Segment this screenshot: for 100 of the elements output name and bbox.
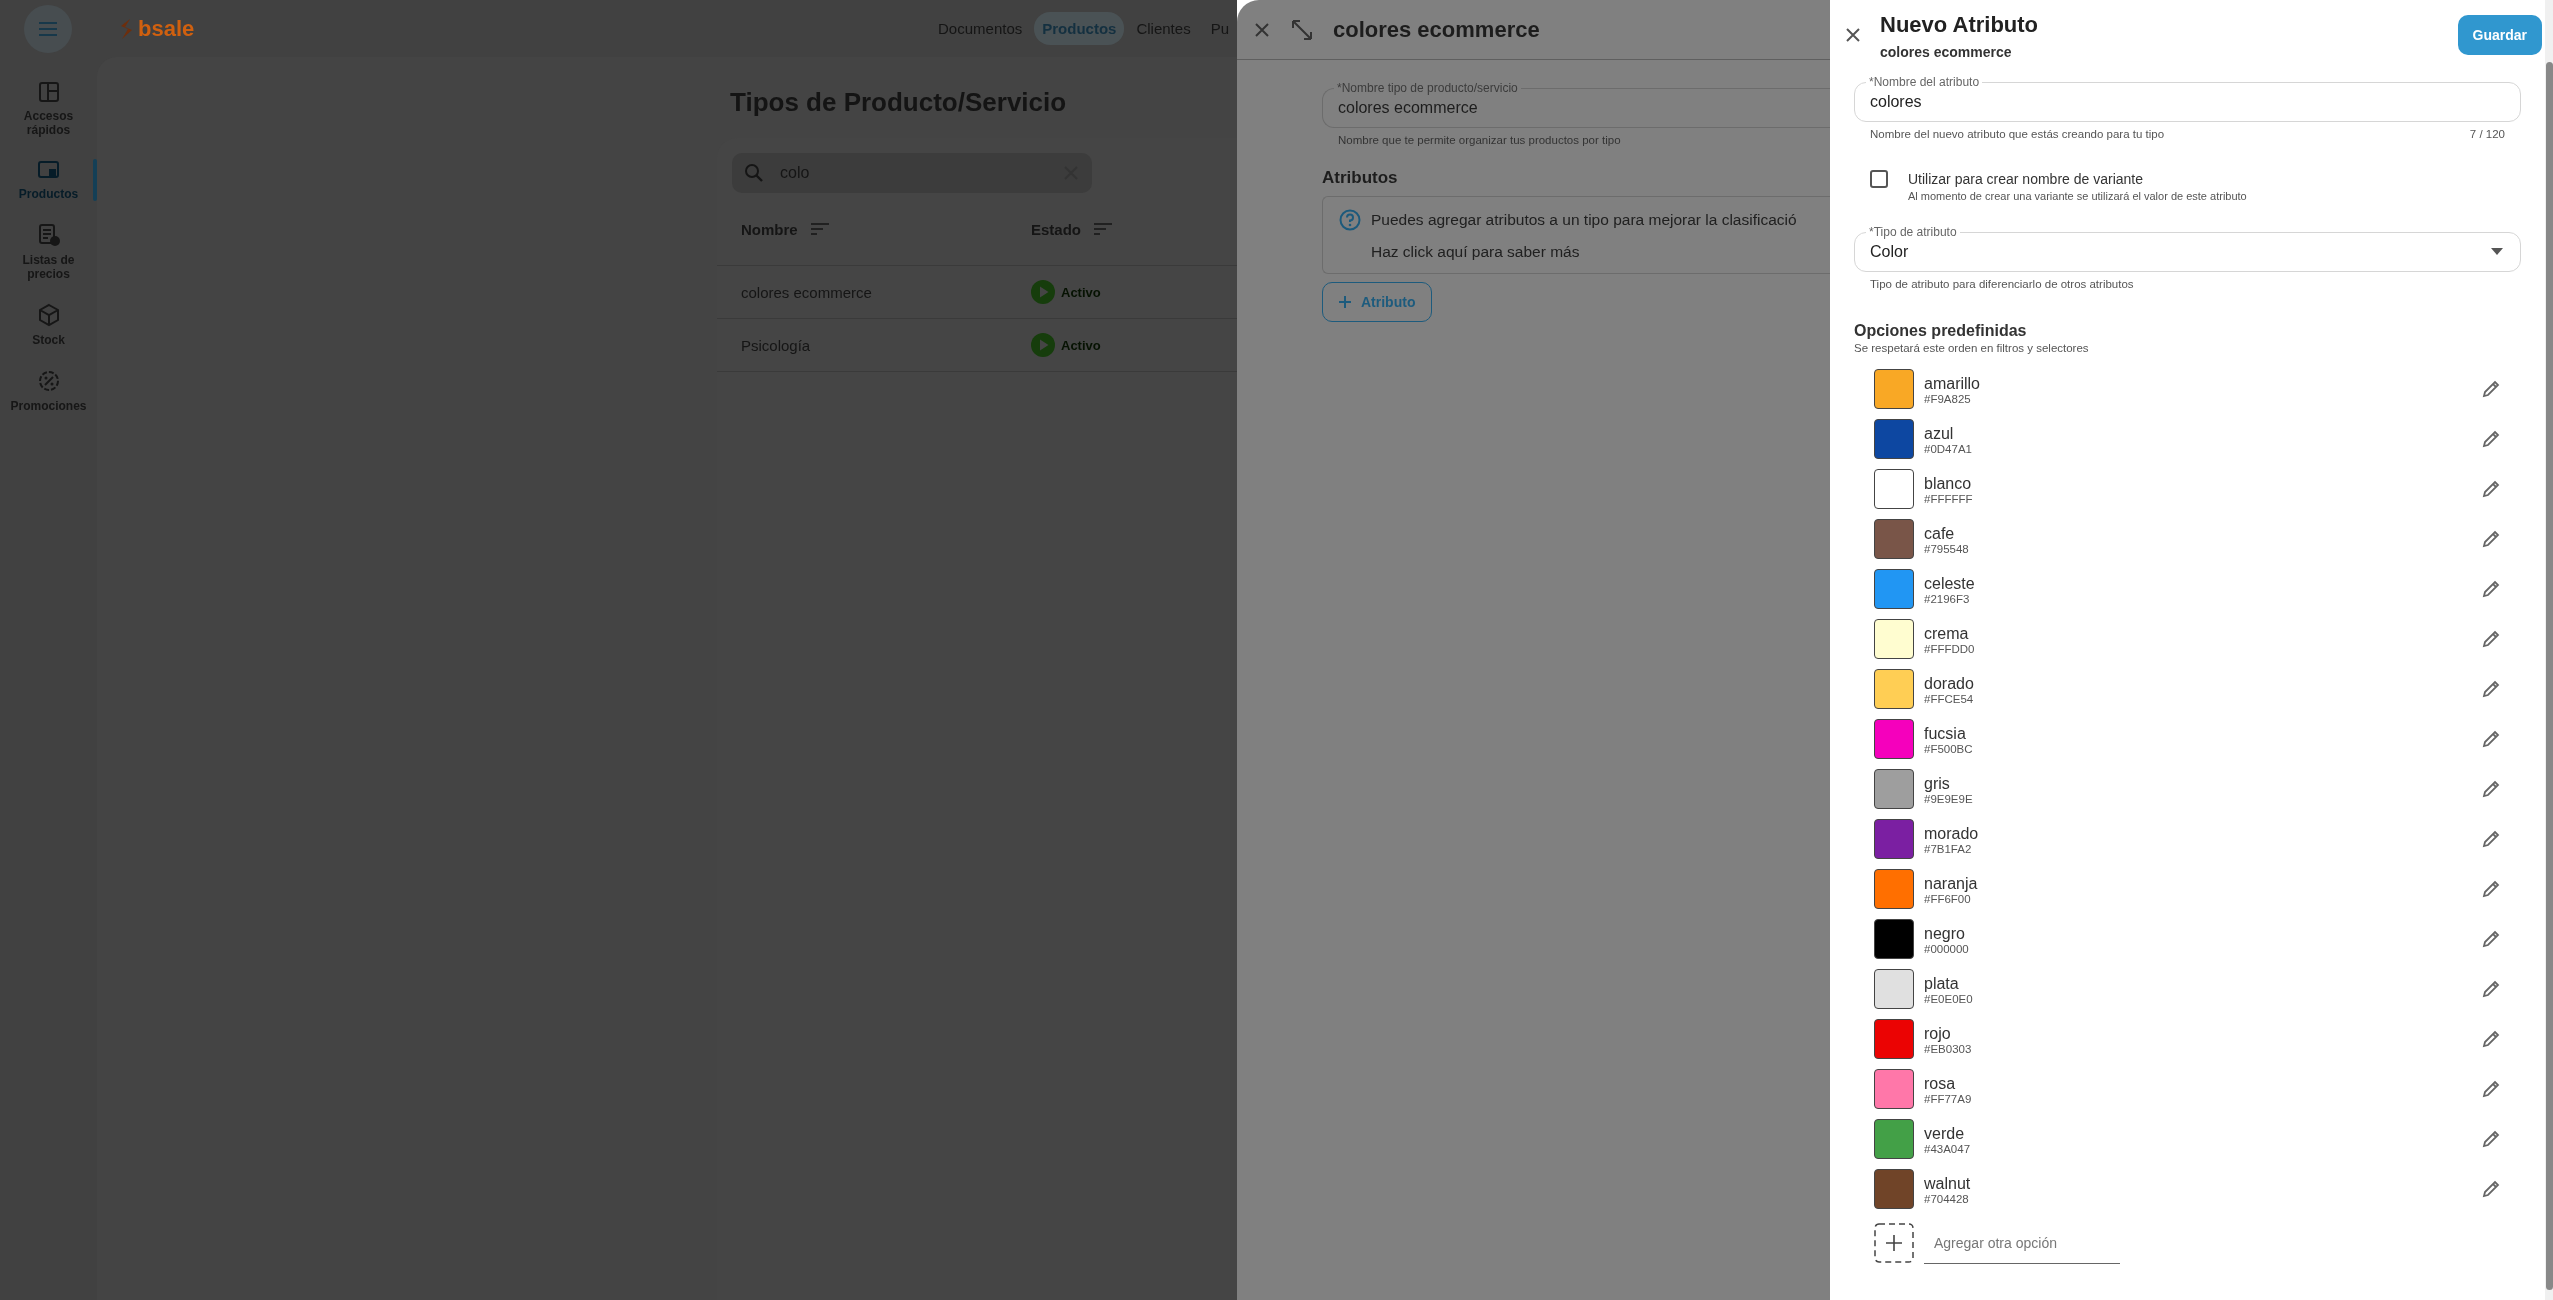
save-button[interactable]: Guardar bbox=[2457, 15, 2542, 55]
edit-icon[interactable] bbox=[2481, 429, 2501, 449]
edit-icon[interactable] bbox=[2481, 829, 2501, 849]
price-list-icon bbox=[36, 223, 61, 247]
option-name: rosa bbox=[1924, 1073, 1957, 1093]
color-swatch[interactable] bbox=[1874, 869, 1914, 909]
add-attribute-button[interactable]: Atributo bbox=[1322, 282, 1433, 322]
menu-icon bbox=[38, 20, 58, 37]
edit-icon[interactable] bbox=[2481, 529, 2501, 549]
option-name: morado bbox=[1924, 823, 1980, 843]
add-icon[interactable] bbox=[1874, 1223, 1914, 1263]
color-swatch[interactable] bbox=[1874, 669, 1914, 709]
color-swatch[interactable] bbox=[1874, 519, 1914, 559]
option-name: cafe bbox=[1924, 523, 1956, 543]
section-subtitle: Se respetará este orden en filtros y selectores bbox=[1854, 342, 2090, 354]
hex-code: #704428 bbox=[1924, 1192, 1970, 1205]
checkbox-label: Utilizar para crear nombre de variante bbox=[1908, 171, 2144, 187]
edit-icon[interactable] bbox=[2481, 579, 2501, 599]
hex-code: #9E9E9E bbox=[1924, 792, 1974, 805]
color-swatch[interactable] bbox=[1874, 719, 1914, 759]
help-icon bbox=[1339, 209, 1361, 231]
caret-icon bbox=[2491, 248, 2503, 255]
info-link[interactable]: Haz click aquí para saber más bbox=[1371, 243, 1830, 261]
option-name: dorado bbox=[1924, 673, 1975, 693]
edit-icon[interactable] bbox=[2481, 1129, 2501, 1149]
helper-text: Tipo de atributo para diferenciarlo de otros atributos bbox=[1869, 277, 2135, 290]
option-name: walnut bbox=[1924, 1173, 1972, 1193]
color-swatch[interactable] bbox=[1874, 1019, 1914, 1059]
discount-icon bbox=[36, 369, 61, 393]
color-swatch[interactable] bbox=[1874, 819, 1914, 859]
panel-title: colores ecommerce bbox=[1333, 16, 1540, 43]
panel-subtitle: colores ecommerce bbox=[1880, 44, 2013, 60]
sidebar-item[interactable]: Productos bbox=[8, 187, 89, 201]
hex-code: #FF77A9 bbox=[1924, 1092, 1973, 1105]
checkbox-description: Al momento de crear una variante se utilizará el valor de este atributo bbox=[1908, 190, 2248, 202]
status-text: Activo bbox=[1061, 284, 1101, 300]
color-swatch[interactable] bbox=[1874, 919, 1914, 959]
product-icon bbox=[36, 159, 61, 181]
option-name: crema bbox=[1924, 623, 1970, 643]
expand-icon[interactable] bbox=[1291, 18, 1313, 41]
option-name: fucsia bbox=[1924, 723, 1967, 743]
hex-code: #0D47A1 bbox=[1924, 442, 1973, 455]
edit-icon[interactable] bbox=[2481, 379, 2501, 399]
hex-code: #7B1FA2 bbox=[1924, 842, 1973, 855]
edit-icon[interactable] bbox=[2481, 1079, 2501, 1099]
helper-text: Nombre que te permite organizar tus productos por tipo bbox=[1337, 133, 1622, 146]
color-swatch[interactable] bbox=[1874, 1069, 1914, 1109]
edit-icon[interactable] bbox=[2481, 629, 2501, 649]
color-swatch[interactable] bbox=[1874, 569, 1914, 609]
close-icon[interactable] bbox=[1253, 20, 1271, 39]
option-name: celeste bbox=[1924, 573, 1976, 593]
color-swatch[interactable] bbox=[1874, 969, 1914, 1009]
option-name: verde bbox=[1924, 1123, 1966, 1143]
edit-icon[interactable] bbox=[2481, 679, 2501, 699]
option-name: amarillo bbox=[1924, 373, 1981, 393]
edit-icon[interactable] bbox=[2481, 479, 2501, 499]
status-text: Activo bbox=[1061, 337, 1101, 353]
color-swatch[interactable] bbox=[1874, 369, 1914, 409]
hex-code: #000000 bbox=[1924, 942, 1970, 955]
hex-code: #FF6F00 bbox=[1924, 892, 1972, 905]
option-name: rojo bbox=[1924, 1023, 1952, 1043]
hex-code: #43A047 bbox=[1924, 1142, 1972, 1155]
checkbox[interactable] bbox=[1870, 170, 1888, 188]
edit-icon[interactable] bbox=[2481, 979, 2501, 999]
helper-text: Nombre del nuevo atributo que estás creando para tu tipo bbox=[1870, 128, 2165, 140]
edit-icon[interactable] bbox=[2481, 729, 2501, 749]
hex-code: #FFCE54 bbox=[1924, 692, 1975, 705]
color-swatch[interactable] bbox=[1874, 1169, 1914, 1209]
search-icon bbox=[744, 163, 764, 183]
hex-code: #EB0303 bbox=[1924, 1042, 1973, 1055]
play-icon bbox=[1031, 333, 1055, 357]
edit-icon[interactable] bbox=[2481, 1029, 2501, 1049]
edit-icon[interactable] bbox=[2481, 779, 2501, 799]
hex-code: #F9A825 bbox=[1924, 392, 1972, 405]
section-heading: Atributos bbox=[1322, 168, 1399, 188]
field-label: *Tipo de atributo bbox=[1866, 225, 1960, 239]
play-icon bbox=[1031, 280, 1055, 304]
color-swatch[interactable] bbox=[1874, 769, 1914, 809]
edit-icon[interactable] bbox=[2481, 1179, 2501, 1199]
field-label: *Nombre del atributo bbox=[1866, 75, 1983, 89]
scrollbar-thumb[interactable] bbox=[2545, 62, 2553, 1290]
plus-icon bbox=[1339, 296, 1351, 308]
color-swatch[interactable] bbox=[1874, 469, 1914, 509]
option-name: azul bbox=[1924, 423, 1955, 443]
color-swatch[interactable] bbox=[1874, 1119, 1914, 1159]
option-input[interactable]: Agregar otra opción bbox=[1924, 1222, 2120, 1264]
hex-code: #E0E0E0 bbox=[1924, 992, 1974, 1005]
close-icon[interactable] bbox=[1844, 26, 1862, 44]
option-name: negro bbox=[1924, 923, 1966, 943]
panel-title: Nuevo Atributo bbox=[1880, 12, 2040, 38]
option-name: naranja bbox=[1924, 873, 1979, 893]
text-field[interactable]: *Nombre del atributo colores bbox=[1854, 74, 2521, 122]
edit-icon[interactable] bbox=[2481, 879, 2501, 899]
color-swatch[interactable] bbox=[1874, 419, 1914, 459]
select-field[interactable]: *Tipo de atributo Color bbox=[1854, 224, 2521, 272]
color-swatch[interactable] bbox=[1874, 619, 1914, 659]
layout-icon bbox=[37, 81, 60, 103]
text-field[interactable]: *Nombre tipo de producto/servicio colores ecommerce bbox=[1322, 80, 1830, 128]
edit-icon[interactable] bbox=[2481, 929, 2501, 949]
hex-code: #2196F3 bbox=[1924, 592, 1971, 605]
